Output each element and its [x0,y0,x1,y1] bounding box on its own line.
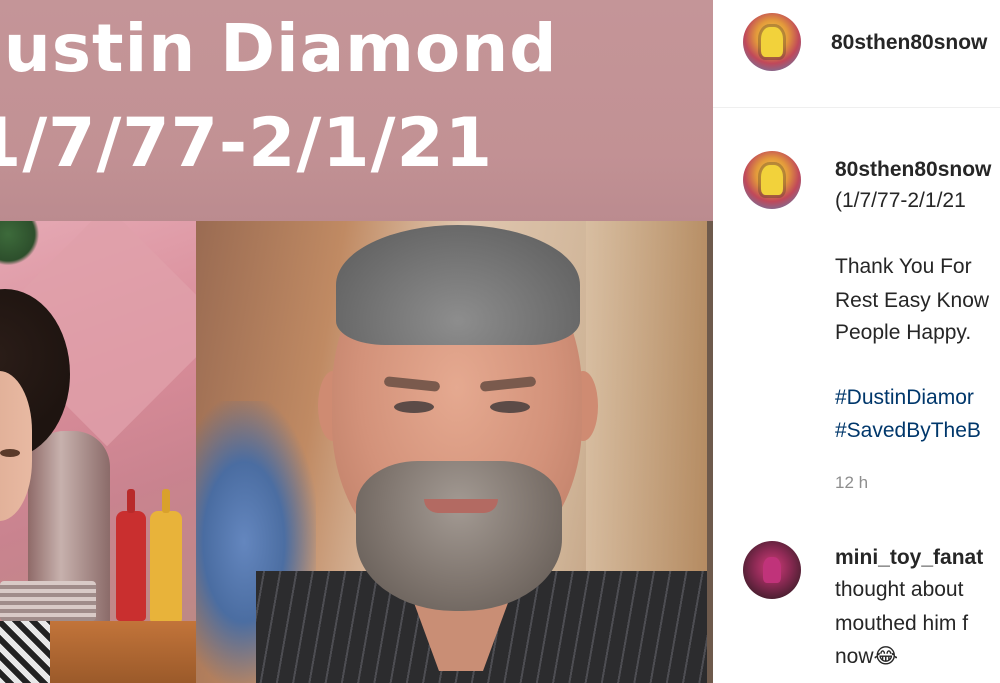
person-hair [336,225,580,345]
plant-decor [0,221,40,265]
comment-line-3-text: now [835,645,874,668]
banner-name-text: Dustin Diamond [0,10,558,87]
person-mouth [424,499,498,513]
caption-line-2: Thank You For [835,255,972,278]
person-beard [356,461,562,611]
person-shirt [0,621,50,683]
comment-line-1: thought about [835,578,964,601]
hashtag-link-2[interactable]: #SavedByTheB [835,419,981,443]
caption-avatar[interactable] [743,151,801,209]
comment-username-link[interactable]: mini_toy_fanat [835,546,983,570]
jukebox-grill [0,581,96,621]
hashtag-link-1[interactable]: #DustinDiamor [835,386,974,410]
person-eye-left [394,401,434,413]
memorial-banner: Dustin Diamond 1/7/77-2/1/21 [0,0,713,221]
ketchup-bottle [116,489,146,621]
caption-line-1: (1/7/77-2/1/21 [835,189,966,212]
photo-adult [196,221,713,683]
photo-young [0,221,196,683]
comment-line-3: now😂 [835,644,898,669]
post-media[interactable]: Dustin Diamond 1/7/77-2/1/21 [0,0,713,683]
caption-line-4: People Happy. [835,321,972,344]
comment-avatar[interactable] [743,541,801,599]
post-details-panel: 80sthen80snow 80sthen80snow (1/7/77-2/1/… [713,0,1000,683]
header-avatar[interactable] [743,13,801,71]
comment-line-2: mouthed him f [835,612,969,635]
post-header: 80sthen80snow [713,0,1000,108]
caption-username-link[interactable]: 80sthen80snow [835,158,991,182]
laughing-emoji-icon: 😂 [873,644,899,668]
caption-line-3: Rest Easy Know [835,289,990,312]
mustard-bottle [150,489,182,623]
post-timestamp[interactable]: 12 h [835,473,868,493]
header-username-link[interactable]: 80sthen80snow [831,31,987,55]
person-eye-right [490,401,530,413]
person-eye [0,449,20,457]
banner-dates-text: 1/7/77-2/1/21 [0,104,494,183]
